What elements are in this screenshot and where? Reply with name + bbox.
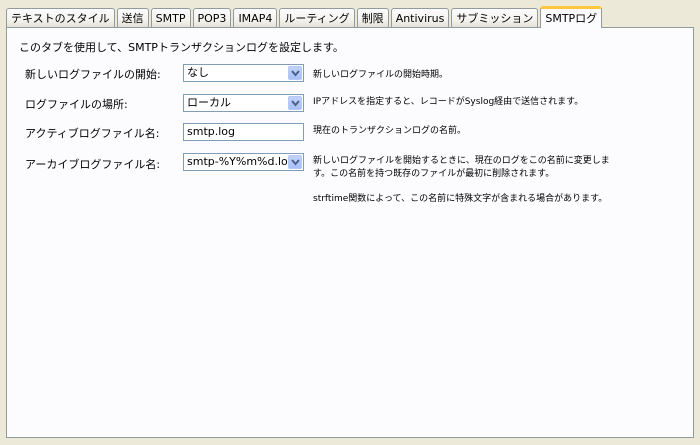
- chevron-down-icon[interactable]: [288, 155, 302, 169]
- tab-text-style[interactable]: テキストのスタイル: [6, 8, 115, 27]
- chevron-down-icon[interactable]: [288, 66, 302, 80]
- new-log-start-value: なし: [187, 66, 209, 79]
- log-location-label: ログファイルの場所:: [25, 98, 128, 111]
- tab-submission[interactable]: サブミッション: [451, 8, 539, 27]
- tab-send[interactable]: 送信: [116, 8, 149, 27]
- tab-limits[interactable]: 制限: [356, 8, 389, 27]
- log-location-description: IPアドレスを指定すると、レコードがSyslog経由で送信されます。: [313, 97, 584, 107]
- tab-smtp-log[interactable]: SMTPログ: [540, 6, 603, 28]
- archive-log-name-description: 新しいログファイルを開始するときに、現在のログをこの名前に変更します。この名前を…: [313, 156, 610, 179]
- archive-log-name-value: smtp-%Y%m%d.log: [187, 155, 295, 168]
- tab-pop3[interactable]: POP3: [192, 8, 232, 27]
- archive-log-name-label: アーカイブログファイル名:: [25, 158, 161, 171]
- new-log-start-select[interactable]: なし: [183, 64, 304, 82]
- smtp-log-panel: このタブを使用して、SMTPトランザクションログを設定します。 新しいログファイ…: [6, 27, 694, 438]
- new-log-start-description: 新しいログファイルの開始時期。: [313, 70, 449, 80]
- new-log-start-label: 新しいログファイルの開始:: [25, 68, 161, 81]
- tab-smtp[interactable]: SMTP: [150, 8, 191, 27]
- active-log-name-description: 現在のトランザクションログの名前。: [313, 126, 467, 136]
- tab-routing[interactable]: ルーティング: [279, 8, 355, 27]
- tab-antivirus[interactable]: Antivirus: [390, 8, 450, 27]
- strftime-note: strftime関数によって、この名前に特殊文字が含まれる場合があります。: [313, 194, 608, 204]
- tab-bar: テキストのスタイル 送信 SMTP POP3 IMAP4 ルーティング 制限 A…: [6, 5, 604, 28]
- active-log-name-input[interactable]: smtp.log: [183, 123, 304, 141]
- active-log-name-label: アクティブログファイル名:: [25, 127, 160, 140]
- log-location-value: ローカル: [187, 96, 231, 109]
- log-location-select[interactable]: ローカル: [183, 94, 304, 112]
- panel-intro: このタブを使用して、SMTPトランザクションログを設定します。: [19, 41, 344, 54]
- archive-log-name-select[interactable]: smtp-%Y%m%d.log: [183, 153, 304, 171]
- chevron-down-icon[interactable]: [288, 96, 302, 110]
- tab-imap4[interactable]: IMAP4: [233, 8, 278, 27]
